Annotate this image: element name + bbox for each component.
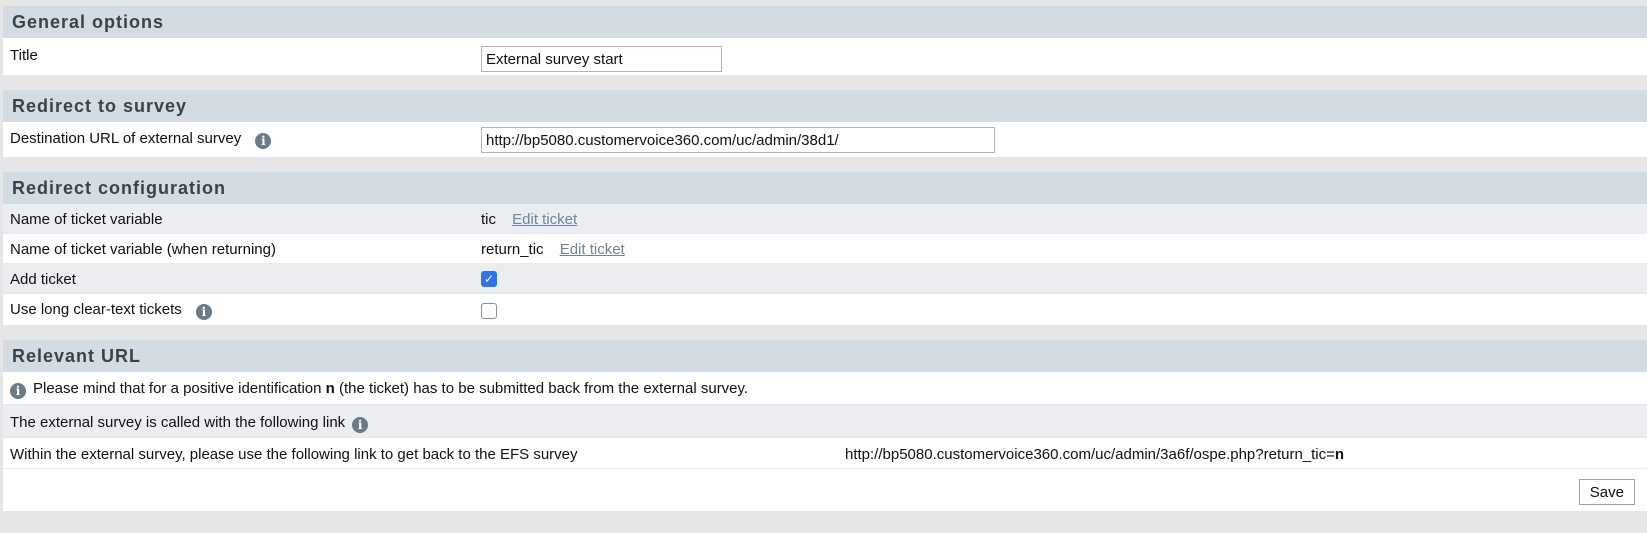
edit-ticket-link[interactable]: Edit ticket [512, 211, 577, 228]
add-ticket-checkbox[interactable]: ✓ [481, 271, 497, 288]
row-return-ticket-variable: Name of ticket variable (when returning)… [3, 234, 1647, 264]
external-survey-link-label-wrapper: The external survey is called with the f… [10, 414, 369, 433]
note-prefix: Please mind that for a positive identifi… [33, 380, 326, 397]
note-suffix: (the ticket) has to be submitted back fr… [334, 380, 749, 397]
return-ticket-variable-label: Name of ticket variable (when returning) [10, 241, 276, 258]
row-identification-note: i Please mind that for a positive identif… [3, 372, 1647, 405]
row-return-link: Within the external survey, please use t… [3, 438, 1647, 469]
section-header-redirect-config: Redirect configuration [3, 172, 1647, 204]
row-destination-url: Destination URL of external survey i [3, 122, 1647, 158]
settings-form: General options Title Redirect to survey… [3, 6, 1647, 511]
long-tickets-value-wrapper [481, 302, 497, 320]
section-header-redirect-survey: Redirect to survey [3, 90, 1647, 122]
title-input[interactable] [481, 46, 722, 72]
ticket-variable-value: tic [481, 211, 496, 228]
row-external-survey-link: The external survey is called with the f… [3, 405, 1647, 438]
external-survey-link-label: The external survey is called with the f… [10, 414, 346, 431]
return-ticket-variable-value: return_tic [481, 241, 544, 258]
title-label: Title [10, 47, 38, 64]
save-button[interactable]: Save [1578, 479, 1635, 505]
section-header-relevant-url: Relevant URL [3, 340, 1647, 372]
destination-url-wrapper [481, 127, 995, 153]
destination-url-input[interactable] [481, 127, 995, 153]
info-icon: i [10, 383, 26, 399]
title-value-wrapper [481, 46, 722, 72]
ticket-variable-label: Name of ticket variable [10, 211, 163, 228]
row-long-tickets: Use long clear-text tickets i [3, 294, 1647, 326]
return-ticket-variable-value-wrapper: return_tic Edit ticket [481, 241, 625, 258]
ticket-variable-value-wrapper: tic Edit ticket [481, 211, 577, 228]
long-tickets-checkbox[interactable] [481, 303, 497, 320]
form-footer: Save [3, 469, 1647, 511]
destination-url-label-wrapper: Destination URL of external survey i [10, 130, 272, 149]
section-gap [3, 158, 1647, 172]
destination-url-label: Destination URL of external survey [10, 130, 242, 147]
section-header-general: General options [3, 6, 1647, 38]
row-title: Title [3, 38, 1647, 76]
info-icon[interactable]: i [255, 133, 272, 149]
long-tickets-label-wrapper: Use long clear-text tickets i [10, 301, 212, 320]
info-icon[interactable]: i [195, 304, 212, 320]
info-icon[interactable]: i [352, 417, 369, 433]
row-add-ticket: Add ticket ✓ [3, 264, 1647, 294]
add-ticket-value-wrapper: ✓ [481, 270, 497, 288]
add-ticket-label: Add ticket [10, 271, 76, 288]
note-ticket-symbol: n [325, 380, 335, 397]
return-link-url: http://bp5080.customervoice360.com/uc/ad… [845, 446, 1344, 463]
identification-note: i Please mind that for a positive identif… [10, 380, 748, 399]
edit-return-ticket-link[interactable]: Edit ticket [560, 241, 625, 258]
return-link-url-prefix: http://bp5080.customervoice360.com/uc/ad… [845, 446, 1335, 463]
long-tickets-label: Use long clear-text tickets [10, 301, 182, 318]
return-link-label: Within the external survey, please use t… [10, 446, 578, 463]
section-gap [3, 326, 1647, 340]
row-ticket-variable: Name of ticket variable tic Edit ticket [3, 204, 1647, 234]
return-link-url-ticket: n [1334, 446, 1345, 463]
section-gap [3, 76, 1647, 90]
